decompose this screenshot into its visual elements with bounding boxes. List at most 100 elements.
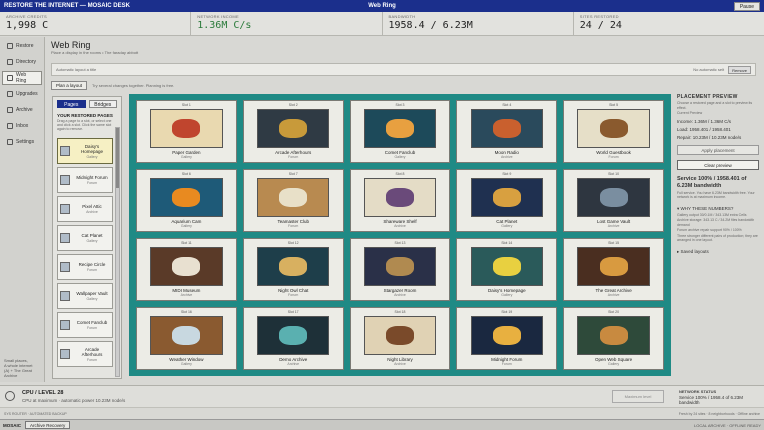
page-card[interactable]: Pixel Attic Archive — [57, 196, 113, 222]
scrollbar-thumb[interactable] — [116, 128, 119, 188]
slot-type: Gallery — [608, 362, 620, 366]
page-card-type: Gallery — [86, 154, 98, 159]
page-card[interactable]: Recipe Circle Forum — [57, 254, 113, 280]
app-title: RESTORE THE INTERNET — MOSAIC DESK — [4, 3, 130, 9]
ring-slot[interactable]: Slot 8 Shareware Shelf Archive — [349, 169, 451, 232]
filter-text[interactable]: Automatic layout a title — [56, 67, 96, 72]
page-card-name: Pixel Attic — [82, 204, 102, 209]
ring-slot[interactable]: Slot 16 Weather Window Gallery — [136, 307, 237, 370]
ring-slot[interactable]: Slot 9 Cat Planet Gallery — [456, 169, 558, 232]
taskbar-task[interactable]: Archive Recovery — [25, 421, 71, 429]
illustration-shape — [385, 188, 415, 207]
illustration-shape — [599, 326, 628, 345]
ring-slot[interactable]: Slot 1 Paper Garden Gallery — [136, 100, 237, 163]
ring-slot[interactable]: Slot 13 Stargazer Room Archive — [349, 238, 451, 301]
ring-slot[interactable]: Slot 12 Night Owl Chat Forum — [242, 238, 344, 301]
ring-slot[interactable]: Slot 7 Teamaster Club Forum — [242, 169, 344, 232]
page-card[interactable]: Arcade Afterhours Forum — [57, 341, 113, 367]
stat-value: 1958.4 / 6.23M — [388, 20, 473, 31]
start-button[interactable]: MOSAIC — [3, 423, 21, 428]
sidebar-item-restore[interactable]: Restore — [2, 39, 42, 53]
ring-slot[interactable]: Slot 11 MIDI Museum Archive — [136, 238, 237, 301]
ring-slot[interactable]: Slot 2 Arcade Afterhours Forum — [242, 100, 344, 163]
clear-preview-button[interactable]: Clear preview — [677, 159, 759, 170]
slot-illustration — [577, 178, 650, 217]
panel-scrollbar[interactable] — [115, 127, 120, 377]
restore-icon — [7, 43, 13, 49]
sidebar-item-settings[interactable]: Settings — [2, 135, 42, 149]
placement-preview-panel: PLACEMENT PREVIEW Choose a restored page… — [677, 94, 759, 384]
plan-layout-button[interactable]: Plan a layout — [51, 80, 88, 90]
page-title: Web Ring — [51, 40, 91, 50]
ring-slot[interactable]: Slot 18 Night Library Archive — [349, 307, 451, 370]
preview-load: Load: 1958.401 / 1958.401 — [677, 126, 731, 132]
slot-type: Archive — [500, 155, 513, 159]
page-card-type: Forum — [86, 268, 98, 272]
directory-icon — [7, 59, 13, 65]
page-subtitle: Place a display in the rooms • The farad… — [51, 50, 139, 55]
why-line: Forum archive repair support 90% / 100% — [677, 228, 742, 232]
slot-number: Slot 9 — [502, 172, 512, 176]
slot-illustration — [150, 178, 223, 217]
ring-slot[interactable]: Slot 3 Comet Fanclub Gallery — [349, 100, 451, 163]
cpu-icon — [5, 391, 15, 401]
illustration-shape — [385, 119, 415, 138]
slot-number: Slot 17 — [287, 310, 299, 314]
preview-service: Service 100% / 1958.401 of 6.23M bandwid… — [677, 175, 747, 189]
stats-bar: ARCHIVE CREDITS 1,998 C NETWORK INCOME 1.36… — [0, 12, 764, 36]
page-card-text: Recipe Circle Forum — [74, 262, 110, 272]
ring-slot[interactable]: Slot 6 Aquarium Cam Gallery — [136, 169, 237, 232]
slot-number: Slot 13 — [394, 241, 406, 245]
ring-slot[interactable]: Slot 15 The Great Archive Archive — [563, 238, 664, 301]
page-card[interactable]: Daisy's Homepage Gallery — [57, 138, 113, 164]
status-bar: CPU / LEVEL 28 CPU at maximum · automati… — [0, 385, 764, 407]
cpu-subtitle: CPU at maximum · automatic power 10.23M … — [22, 398, 126, 403]
sidebar-footer: Small places, A whole internet (A) + The… — [4, 358, 33, 378]
ring-slot[interactable]: Slot 5 World Guestbook Forum — [563, 100, 664, 163]
page-card-name: Comet Fanclub — [76, 320, 108, 325]
ring-slot[interactable]: Slot 19 Midnight Forum Forum — [456, 307, 558, 370]
slot-illustration — [150, 109, 223, 148]
page-card[interactable]: Midnight Forum Forum — [57, 167, 113, 193]
slot-illustration — [470, 178, 543, 217]
sidebar-item-web-ring[interactable]: Web Ring — [2, 71, 42, 85]
sub-status-bar: SYS ROUTER · AUTOMATED BACKUP Fresh by 2… — [0, 407, 764, 419]
slot-illustration — [470, 109, 543, 148]
remove-button[interactable]: Remove — [728, 65, 751, 74]
ring-slot[interactable]: Slot 4 Moon Radio Archive — [456, 100, 558, 163]
slot-type: Gallery — [501, 224, 513, 228]
why-line: Three stronger different pairs of produc… — [677, 233, 758, 243]
page-card-type: Forum — [86, 357, 98, 362]
page-card-name: Daisy's Homepage — [80, 143, 103, 154]
subbar-left: SYS ROUTER · AUTOMATED BACKUP — [4, 411, 67, 416]
ring-slot[interactable]: Slot 20 Open Web Square Gallery — [563, 307, 664, 370]
maximum-level-button[interactable]: Maximum level — [612, 390, 664, 403]
tab-bridges[interactable]: Bridges — [88, 100, 117, 108]
sidebar-item-directory[interactable]: Directory — [2, 55, 42, 69]
apply-placement-button[interactable]: Apply placement — [677, 144, 759, 155]
page-thumbnail-icon — [60, 233, 70, 243]
page-card[interactable]: Cat Planet Gallery — [57, 225, 113, 251]
page-card-text: Daisy's Homepage Gallery — [74, 144, 110, 159]
page-card[interactable]: Wallpaper Vault Gallery — [57, 283, 113, 309]
ring-slot[interactable]: Slot 17 Demo Archive Archive — [242, 307, 344, 370]
slot-number: Slot 5 — [609, 103, 619, 107]
page-card[interactable]: Comet Fanclub Forum — [57, 312, 113, 338]
sidebar-item-archive[interactable]: Archive — [2, 103, 42, 117]
slot-type: Gallery — [180, 155, 192, 159]
sidebar-item-upgrades[interactable]: Upgrades — [2, 87, 42, 101]
tab-pages[interactable]: Pages — [57, 100, 86, 108]
illustration-shape — [385, 257, 415, 276]
saved-layouts-toggle[interactable]: ▸ Saved layouts — [677, 249, 759, 255]
slot-number: Slot 20 — [608, 310, 620, 314]
why-numbers-toggle[interactable]: ▾ WHY THESE NUMBERS? — [677, 206, 759, 212]
illustration-shape — [492, 257, 521, 276]
sidebar-item-inbox[interactable]: Inbox — [2, 119, 42, 133]
slot-type: Forum — [288, 224, 299, 228]
page-card-text: Arcade Afterhours Forum — [74, 347, 110, 362]
ring-slot[interactable]: Slot 14 Daisy's Homepage Gallery — [456, 238, 558, 301]
pause-button[interactable]: Pause — [733, 1, 760, 11]
ring-slot[interactable]: Slot 10 Lost Game Vault Archive — [563, 169, 664, 232]
illustration-shape — [492, 188, 521, 207]
slot-type: Archive — [180, 293, 193, 297]
